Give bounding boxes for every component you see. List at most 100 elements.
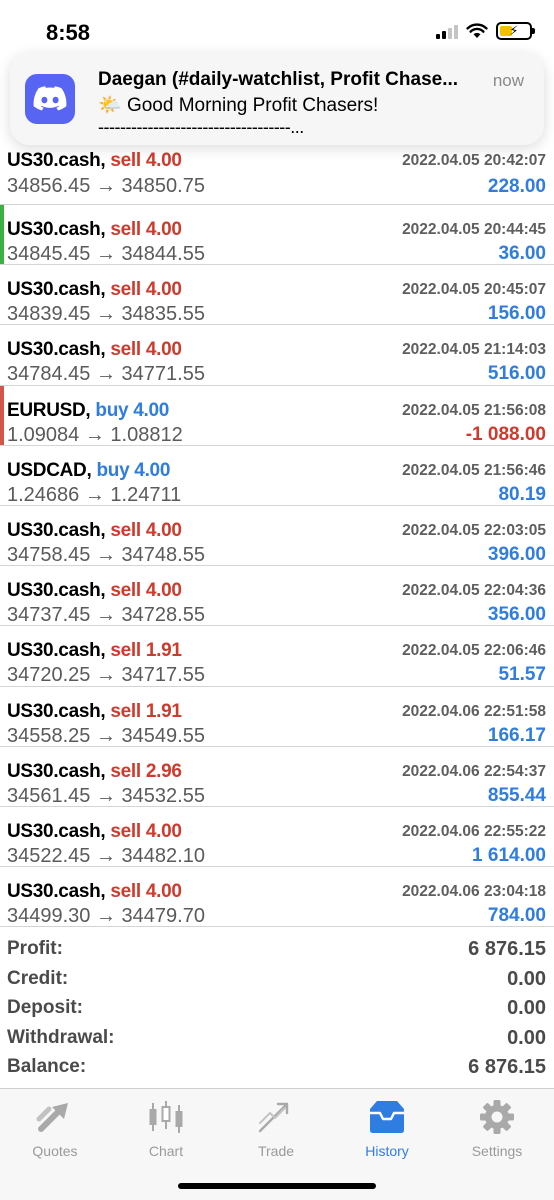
deal-profit: 396.00 [487,543,546,565]
notification-message-divider: -----------------------------------... [98,117,304,137]
deal-prices: 34499.30 → 34479.70 [7,905,205,928]
deal-profit: -1 088.00 [465,423,546,445]
deal-type-volume: sell 1.91 [110,700,182,722]
tab-label: Chart [148,1143,184,1159]
notification-message-text: Good Morning Profit Chasers! [126,95,379,116]
deal-datetime: 2022.04.05 21:14:03 [402,341,546,359]
tab-history[interactable]: History [337,1097,437,1159]
deal-row[interactable]: US30.cash, sell 4.00 2022.04.05 20:44:45 3… [0,205,554,266]
deal-row[interactable]: US30.cash, sell 2.96 2022.04.06 22:54:37 3… [0,747,554,807]
deal-datetime: 2022.04.06 22:51:58 [402,702,546,720]
deal-symbol: US30.cash, [7,760,106,782]
summary-value: 6 876.15 [468,1056,546,1079]
deal-type-volume: sell 4.00 [110,339,182,361]
deal-row[interactable]: USDCAD, buy 4.00 2022.04.05 21:56:46 1.246… [0,446,554,506]
notification-message: 🌤️ Good Morning Profit Chasers! [98,93,378,117]
deal-row[interactable]: US30.cash, sell 4.00 2022.04.06 22:55:22 3… [0,807,554,868]
deal-type-volume: sell 4.00 [110,150,182,171]
deal-row-marker [0,506,4,565]
settings-icon [447,1097,547,1137]
deal-symbol: EURUSD, [7,399,91,421]
deal-datetime: 2022.04.05 20:45:07 [402,281,546,299]
deal-symbol: US30.cash, [7,580,106,602]
deal-symbol: US30.cash, [7,820,106,842]
wifi-icon [466,23,488,38]
history-icon [337,1097,437,1137]
deal-row[interactable]: US30.cash, sell 1.91 2022.04.06 22:51:58 3… [0,687,554,747]
deal-prices: 1.24686 → 1.24711 [7,483,182,506]
deal-symbol-line: US30.cash, sell 1.91 [7,640,182,662]
deal-symbol: USDCAD, [7,459,92,481]
summary-label: Deposit: [7,997,83,1019]
deal-symbol-line: US30.cash, sell 4.00 [7,339,182,361]
discord-notification[interactable]: Daegan (#daily-watchlist, Profit Chase..… [10,53,544,145]
deal-symbol: US30.cash, [7,219,106,240]
deal-row-marker [0,747,4,806]
deal-prices: 34845.45 → 34844.55 [7,243,205,265]
deal-type-volume: sell 2.96 [110,760,182,782]
deal-type-volume: sell 4.00 [110,279,182,301]
deal-prices: 34737.45 → 34728.55 [7,604,205,627]
deal-symbol-line: US30.cash, sell 4.00 [7,279,182,301]
summary-value: 0.00 [507,997,546,1020]
deal-row[interactable]: US30.cash, sell 4.00 2022.04.05 22:04:36 3… [0,566,554,627]
deal-row[interactable]: US30.cash, sell 4.00 2022.04.06 23:04:18 3… [0,867,554,928]
deal-row[interactable]: US30.cash, sell 4.00 2022.04.05 20:45:07 3… [0,265,554,326]
deal-row-marker [0,626,4,685]
sun-behind-cloud-emoji: 🌤️ [98,95,122,116]
deal-type-volume: sell 4.00 [110,219,182,240]
deal-prices: 1.09084 → 1.08812 [7,423,183,446]
battery-icon: ⚡ [496,22,535,40]
deal-row[interactable]: US30.cash, sell 4.00 2022.04.05 22:03:05 3… [0,506,554,567]
tab-label: Settings [471,1143,523,1159]
deal-row[interactable]: US30.cash, sell 1.91 2022.04.05 22:06:46 3… [0,626,554,687]
status-icons: ⚡ [436,22,535,40]
deal-prices: 34758.45 → 34748.55 [7,543,205,566]
deal-symbol-line: US30.cash, sell 4.00 [7,580,182,602]
deal-symbol-line: US30.cash, sell 4.00 [7,150,182,172]
deal-type-volume: sell 4.00 [110,820,182,842]
deal-row-marker [0,446,4,505]
deal-datetime: 2022.04.05 20:44:45 [402,221,546,238]
deal-symbol: US30.cash, [7,700,106,722]
deal-symbol-line: US30.cash, sell 1.91 [7,701,182,723]
deal-row-marker [0,687,4,746]
deal-symbol-line: US30.cash, sell 4.00 [7,219,182,241]
summary-row: Withdrawal: 0.00 [0,1023,554,1053]
summary-value: 0.00 [507,967,546,990]
tab-trade[interactable]: Trade [226,1097,326,1159]
tab-quotes[interactable]: Quotes [5,1097,105,1159]
deal-profit: 80.19 [498,483,546,505]
deal-row-marker [0,145,4,204]
deal-profit: 516.00 [487,363,546,385]
quotes-icon [5,1097,105,1137]
deal-prices: 34561.45 → 34532.55 [7,784,205,807]
tab-settings[interactable]: Settings [447,1097,547,1159]
deal-row-marker [0,807,4,866]
tab-label: Trade [257,1143,295,1159]
deal-profit: 228.00 [487,176,546,197]
deal-type-volume: buy 4.00 [95,399,170,421]
notification-time: now [492,71,524,90]
deal-row-marker [0,566,4,625]
deal-history-list[interactable]: US30.cash, sell 4.00 2022.04.05 20:42:07 3… [0,145,554,928]
deal-symbol-line: USDCAD, buy 4.00 [7,460,170,482]
deal-type-volume: sell 1.91 [110,640,182,662]
deal-datetime: 2022.04.05 22:04:36 [402,582,546,600]
summary-row: Profit: 6 876.15 [0,934,554,964]
deal-prices: 34720.25 → 34717.55 [7,664,205,687]
summary-row: Deposit: 0.00 [0,993,554,1023]
deal-type-volume: buy 4.00 [96,459,171,481]
deal-row[interactable]: US30.cash, sell 4.00 2022.04.05 21:14:03 3… [0,325,554,386]
summary-label: Profit: [7,938,63,959]
summary-row: Credit: 0.00 [0,964,554,994]
deal-row[interactable]: EURUSD, buy 4.00 2022.04.05 21:56:08 1.090… [0,385,554,446]
summary-value: 6 876.15 [468,938,546,960]
deal-row[interactable]: US30.cash, sell 4.00 2022.04.05 20:42:07 3… [0,145,554,205]
tab-chart[interactable]: Chart [116,1097,216,1159]
chart-icon [116,1097,216,1137]
deal-profit: 356.00 [487,604,546,626]
deal-datetime: 2022.04.05 22:03:05 [402,521,546,539]
deal-profit: 166.17 [487,724,546,746]
summary-label: Withdrawal: [7,1026,115,1048]
